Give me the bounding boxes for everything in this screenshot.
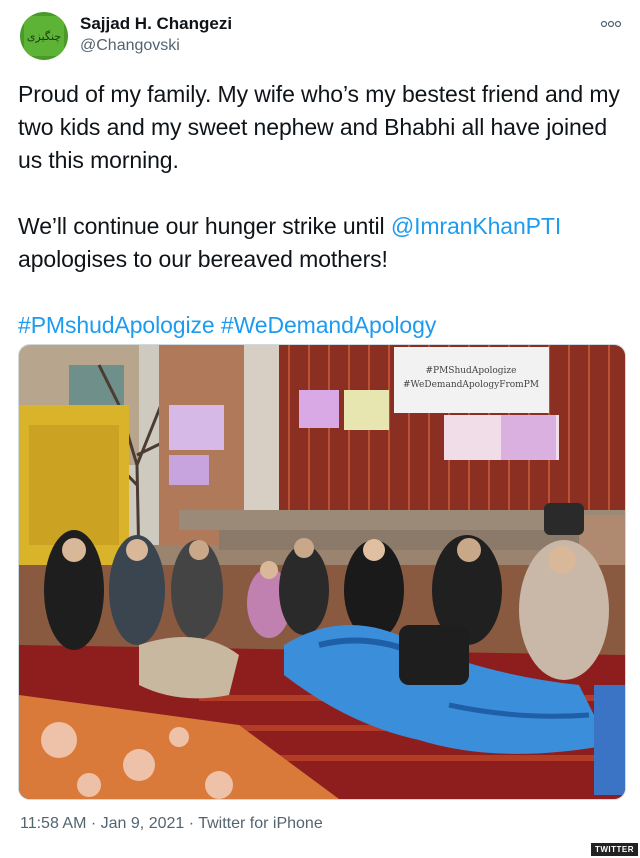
- avatar-calligraphy: چنگیزی: [24, 16, 64, 56]
- meta-separator: ·: [90, 815, 97, 832]
- tweet-text: Proud of my family. My wife who’s my bes…: [18, 78, 622, 342]
- banner-text-line2: #WeDemandApologyFromPM: [403, 380, 539, 390]
- tweet-date[interactable]: Jan 9, 2021: [101, 815, 185, 832]
- tweet-photo[interactable]: #PMShudApologize #WeDemandApologyFromPM: [18, 344, 626, 800]
- more-dots-icon[interactable]: [600, 18, 622, 30]
- tweet-time[interactable]: 11:58 AM: [20, 815, 86, 832]
- avatar[interactable]: چنگیزی: [20, 12, 68, 60]
- tweet-text-before-mention: We’ll continue our hunger strike until: [18, 213, 391, 239]
- hashtag-link-2[interactable]: #WeDemandApology: [221, 312, 436, 338]
- tweet-paragraph-1: Proud of my family. My wife who’s my bes…: [18, 81, 620, 173]
- user-display-name[interactable]: Sajjad H. Changezi: [80, 14, 232, 34]
- hashtags-line: #PMshudApologize #WeDemandApology: [18, 309, 622, 342]
- mention-link[interactable]: @ImranKhanPTI: [391, 213, 561, 239]
- hashtag-link-1[interactable]: #PMshudApologize: [18, 312, 215, 338]
- user-handle[interactable]: @Changovski: [80, 37, 180, 55]
- meta-separator: ·: [188, 815, 195, 832]
- tweet-card: چنگیزی Sajjad H. Changezi @Changovski Pr…: [0, 0, 640, 858]
- banner-text-line1: #PMShudApologize: [425, 366, 516, 376]
- tweet-text-after-mention: apologises to our bereaved mothers!: [18, 246, 388, 272]
- twitter-watermark: TWITTER: [590, 843, 638, 856]
- tweet-metadata: 11:58 AM · Jan 9, 2021 · Twitter for iPh…: [20, 815, 323, 833]
- tweet-paragraph-2: We’ll continue our hunger strike until @…: [18, 210, 622, 276]
- protest-photo-illustration: #PMShudApologize #WeDemandApologyFromPM: [19, 345, 625, 799]
- tweet-source: Twitter for iPhone: [198, 815, 323, 832]
